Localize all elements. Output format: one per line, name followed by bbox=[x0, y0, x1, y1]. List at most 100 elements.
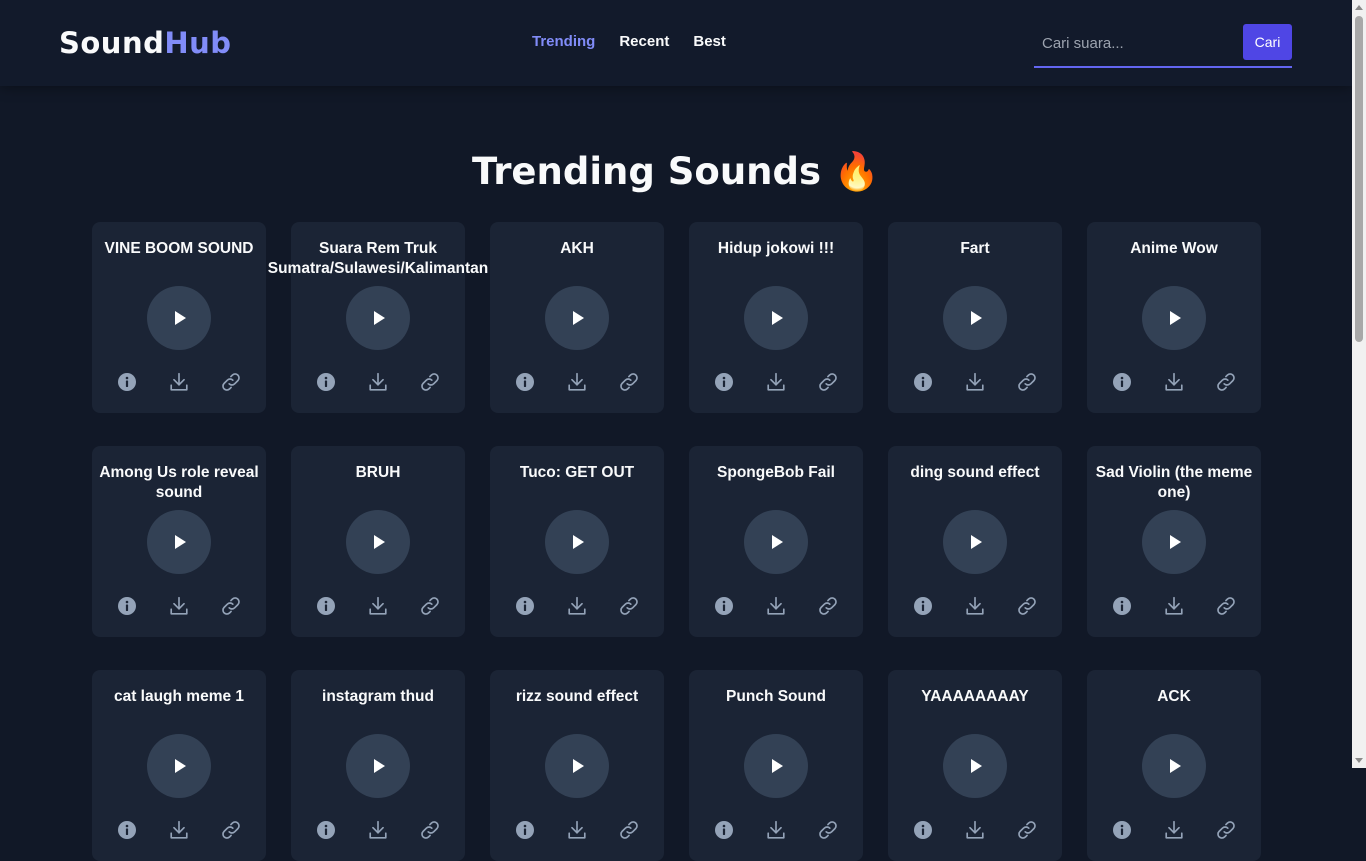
play-button[interactable] bbox=[346, 286, 410, 350]
link-icon bbox=[819, 373, 837, 391]
play-button[interactable] bbox=[147, 286, 211, 350]
info-button[interactable] bbox=[115, 818, 139, 842]
copy-link-button[interactable] bbox=[219, 370, 243, 394]
info-button[interactable] bbox=[911, 370, 935, 394]
download-button[interactable] bbox=[963, 818, 987, 842]
info-button[interactable] bbox=[115, 370, 139, 394]
play-icon bbox=[175, 759, 186, 773]
search-input[interactable] bbox=[1034, 20, 1249, 66]
play-button[interactable] bbox=[147, 510, 211, 574]
play-button[interactable] bbox=[545, 510, 609, 574]
play-icon bbox=[772, 759, 783, 773]
info-button[interactable] bbox=[712, 818, 736, 842]
download-button[interactable] bbox=[764, 818, 788, 842]
play-button[interactable] bbox=[744, 734, 808, 798]
sound-card: cat laugh meme 1 bbox=[92, 670, 266, 861]
copy-link-button[interactable] bbox=[1214, 594, 1238, 618]
play-button[interactable] bbox=[147, 734, 211, 798]
scroll-up-arrow-icon[interactable] bbox=[1355, 5, 1363, 10]
search-button[interactable]: Cari bbox=[1243, 24, 1292, 60]
link-icon bbox=[222, 373, 240, 391]
info-button[interactable] bbox=[115, 594, 139, 618]
link-icon bbox=[1018, 597, 1036, 615]
sound-actions bbox=[888, 594, 1062, 618]
play-button[interactable] bbox=[1142, 286, 1206, 350]
copy-link-button[interactable] bbox=[418, 594, 442, 618]
play-button[interactable] bbox=[1142, 734, 1206, 798]
copy-link-button[interactable] bbox=[1015, 818, 1039, 842]
scroll-down-arrow-icon[interactable] bbox=[1355, 758, 1363, 763]
nav-recent[interactable]: Recent bbox=[619, 33, 669, 50]
play-icon bbox=[1170, 535, 1181, 549]
copy-link-button[interactable] bbox=[617, 594, 641, 618]
download-button[interactable] bbox=[764, 370, 788, 394]
play-button[interactable] bbox=[545, 286, 609, 350]
download-button[interactable] bbox=[366, 370, 390, 394]
info-button[interactable] bbox=[314, 370, 338, 394]
scrollbar[interactable] bbox=[1352, 0, 1366, 768]
copy-link-button[interactable] bbox=[219, 594, 243, 618]
copy-link-button[interactable] bbox=[816, 370, 840, 394]
download-button[interactable] bbox=[565, 818, 589, 842]
download-button[interactable] bbox=[167, 370, 191, 394]
copy-link-button[interactable] bbox=[1214, 370, 1238, 394]
play-icon bbox=[971, 311, 982, 325]
info-button[interactable] bbox=[314, 594, 338, 618]
copy-link-button[interactable] bbox=[418, 370, 442, 394]
copy-link-button[interactable] bbox=[617, 370, 641, 394]
download-icon bbox=[170, 372, 188, 391]
download-button[interactable] bbox=[963, 594, 987, 618]
info-button[interactable] bbox=[1110, 370, 1134, 394]
info-button[interactable] bbox=[911, 818, 935, 842]
copy-link-button[interactable] bbox=[816, 594, 840, 618]
info-button[interactable] bbox=[712, 594, 736, 618]
info-button[interactable] bbox=[513, 818, 537, 842]
nav-best[interactable]: Best bbox=[693, 33, 726, 50]
download-button[interactable] bbox=[1162, 818, 1186, 842]
link-icon bbox=[1018, 821, 1036, 839]
nav-trending[interactable]: Trending bbox=[532, 33, 595, 50]
info-button[interactable] bbox=[513, 370, 537, 394]
copy-link-button[interactable] bbox=[219, 818, 243, 842]
info-button[interactable] bbox=[712, 370, 736, 394]
info-button[interactable] bbox=[513, 594, 537, 618]
download-button[interactable] bbox=[366, 818, 390, 842]
info-button[interactable] bbox=[1110, 818, 1134, 842]
copy-link-button[interactable] bbox=[617, 818, 641, 842]
info-button[interactable] bbox=[314, 818, 338, 842]
download-button[interactable] bbox=[565, 370, 589, 394]
logo[interactable]: SoundHub bbox=[59, 26, 232, 60]
download-icon bbox=[1165, 372, 1183, 391]
download-button[interactable] bbox=[565, 594, 589, 618]
copy-link-button[interactable] bbox=[1015, 594, 1039, 618]
play-button[interactable] bbox=[1142, 510, 1206, 574]
info-icon bbox=[516, 597, 534, 615]
scroll-thumb[interactable] bbox=[1355, 16, 1363, 342]
download-button[interactable] bbox=[167, 818, 191, 842]
download-button[interactable] bbox=[764, 594, 788, 618]
play-button[interactable] bbox=[346, 510, 410, 574]
download-button[interactable] bbox=[963, 370, 987, 394]
sound-actions bbox=[490, 370, 664, 394]
play-button[interactable] bbox=[943, 734, 1007, 798]
play-button[interactable] bbox=[943, 510, 1007, 574]
download-button[interactable] bbox=[167, 594, 191, 618]
play-button[interactable] bbox=[943, 286, 1007, 350]
copy-link-button[interactable] bbox=[816, 818, 840, 842]
main-nav: Trending Recent Best bbox=[532, 33, 726, 50]
play-button[interactable] bbox=[744, 510, 808, 574]
play-button[interactable] bbox=[346, 734, 410, 798]
play-button[interactable] bbox=[744, 286, 808, 350]
download-icon bbox=[767, 596, 785, 615]
download-button[interactable] bbox=[366, 594, 390, 618]
download-icon bbox=[369, 596, 387, 615]
info-button[interactable] bbox=[1110, 594, 1134, 618]
download-button[interactable] bbox=[1162, 594, 1186, 618]
copy-link-button[interactable] bbox=[1015, 370, 1039, 394]
info-button[interactable] bbox=[911, 594, 935, 618]
download-button[interactable] bbox=[1162, 370, 1186, 394]
play-button[interactable] bbox=[545, 734, 609, 798]
sound-actions bbox=[490, 594, 664, 618]
copy-link-button[interactable] bbox=[418, 818, 442, 842]
copy-link-button[interactable] bbox=[1214, 818, 1238, 842]
